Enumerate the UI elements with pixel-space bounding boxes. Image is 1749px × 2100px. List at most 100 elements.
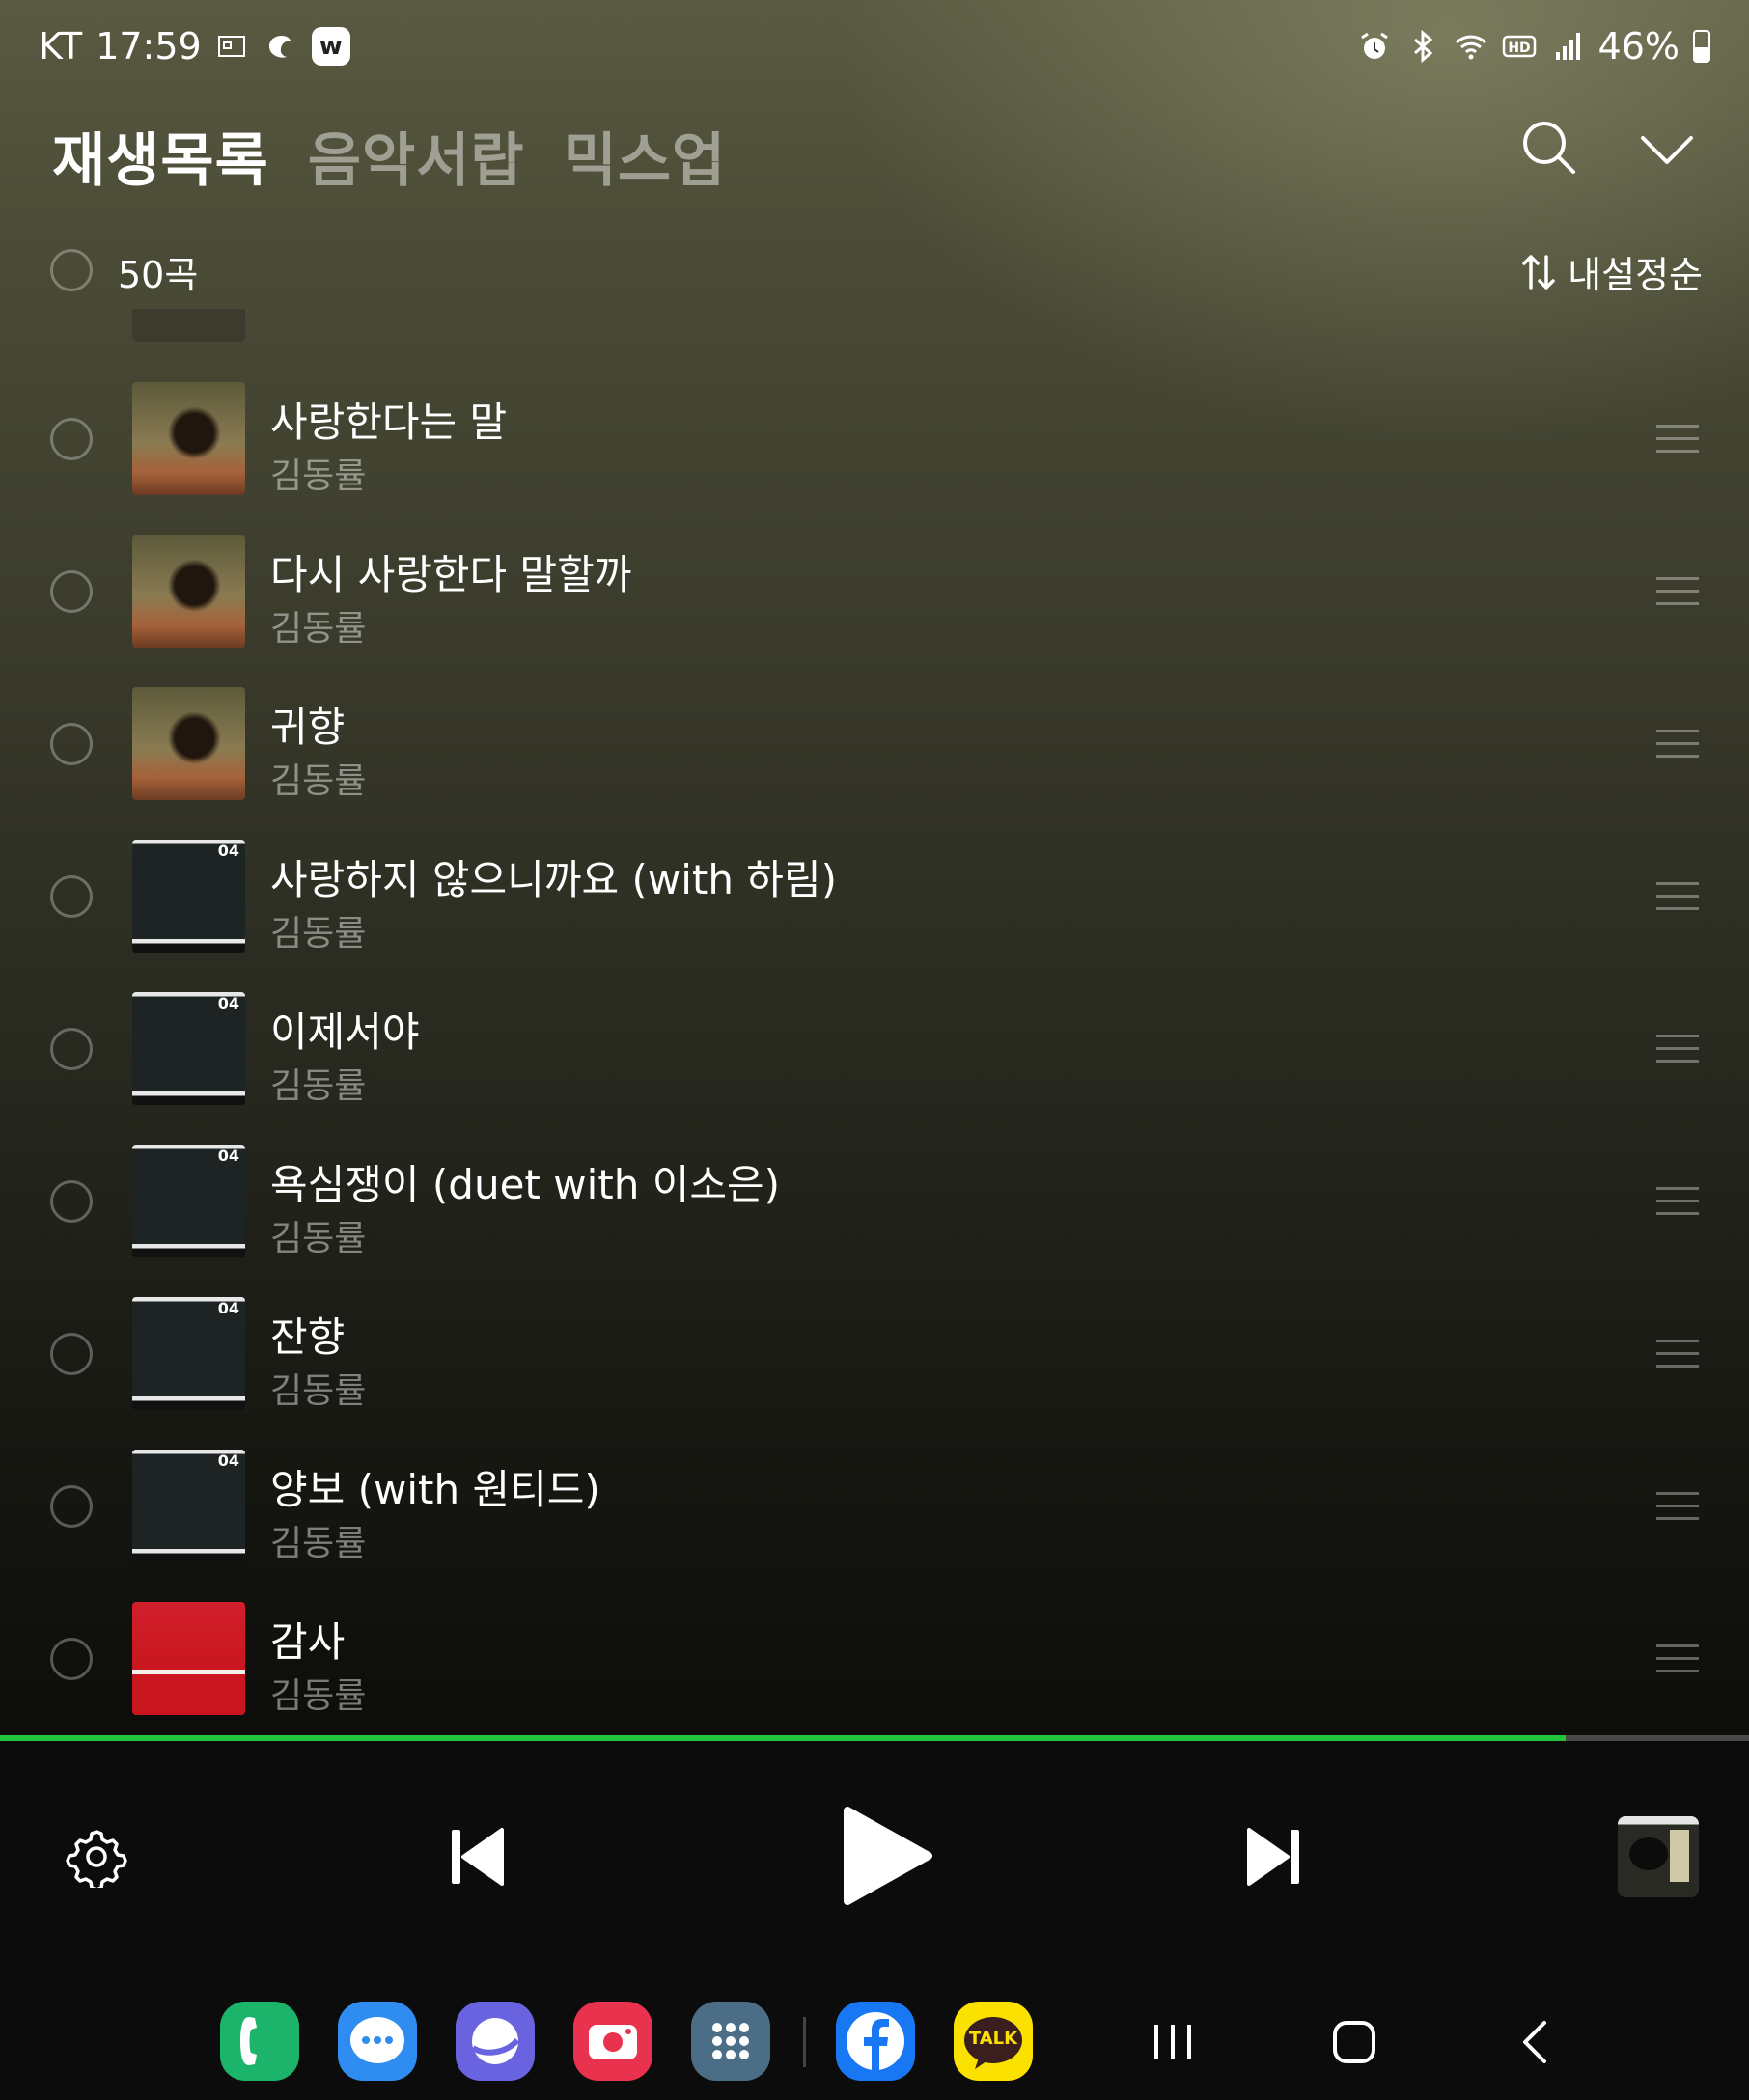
- album-art-label: 04: [217, 1299, 239, 1317]
- track-select-checkbox[interactable]: [50, 418, 93, 460]
- signal-icon: [1555, 33, 1580, 60]
- kakaotalk-label: TALK: [968, 2029, 1018, 2049]
- status-bar: KT 17:59 w HD 46%: [0, 0, 1749, 100]
- list-header: 50곡 내설정순: [50, 241, 1703, 299]
- track-title: 사랑한다는 말: [270, 399, 508, 446]
- tab-1[interactable]: 음악서랍: [308, 114, 525, 198]
- track-row[interactable]: 04 욕심쟁이 (duet with 이소은) 김동률: [0, 1125, 1749, 1278]
- search-icon[interactable]: [1515, 114, 1583, 181]
- track-title: 사랑하지 않으니까요 (with 하림): [270, 856, 837, 903]
- track-artist: 김동률: [270, 1066, 367, 1106]
- track-select-checkbox[interactable]: [50, 1333, 93, 1375]
- track-artist: 김동률: [270, 609, 367, 649]
- track-select-checkbox[interactable]: [50, 1028, 93, 1070]
- track-artist: 김동률: [270, 1676, 367, 1716]
- drag-handle-icon[interactable]: [1656, 1187, 1699, 1216]
- track-row[interactable]: 04 사랑하지 않으니까요 (with 하림) 김동률: [0, 820, 1749, 973]
- home-icon[interactable]: [1330, 2015, 1378, 2069]
- album-art: 04: [132, 1297, 245, 1410]
- track-select-checkbox[interactable]: [50, 1638, 93, 1680]
- drag-handle-icon[interactable]: [1656, 1035, 1699, 1064]
- now-playing-album-art[interactable]: [1618, 1816, 1699, 1897]
- player-bar: [0, 1741, 1749, 1973]
- album-art: 04: [132, 840, 245, 953]
- back-icon[interactable]: [1512, 2015, 1560, 2069]
- track-row[interactable]: 감사김동률: [0, 1583, 1749, 1735]
- album-art-label: 04: [217, 1147, 239, 1165]
- status-right: HD 46%: [1357, 25, 1710, 68]
- track-title: 감사: [270, 1618, 346, 1666]
- track-row[interactable]: 04 이제서야 김동률: [0, 973, 1749, 1125]
- next-track-icon[interactable]: [1243, 1824, 1305, 1890]
- drag-handle-icon[interactable]: [1656, 425, 1699, 454]
- internet-app-icon[interactable]: [456, 2002, 535, 2081]
- camera-app-icon[interactable]: [573, 2002, 652, 2081]
- album-art-label: 04: [217, 1451, 239, 1470]
- drag-handle-icon[interactable]: [1656, 577, 1699, 606]
- chat-bubble-icon: [268, 36, 291, 58]
- drag-handle-icon[interactable]: [1656, 1644, 1699, 1673]
- track-artist: 김동률: [270, 456, 367, 496]
- track-artist: 김동률: [270, 1524, 367, 1563]
- track-select-checkbox[interactable]: [50, 875, 93, 918]
- battery-percent: 46%: [1597, 25, 1680, 68]
- track-row[interactable]: 다시 사랑한다 말할까김동률: [0, 515, 1749, 668]
- track-title: 다시 사랑한다 말할까: [270, 551, 632, 598]
- album-art: 04: [132, 992, 245, 1105]
- bluetooth-icon: [1413, 29, 1432, 64]
- wifi-icon: [1455, 35, 1486, 60]
- w-app-icon: w: [311, 27, 350, 66]
- track-row[interactable]: 04 양보 (with 원티드) 김동률: [0, 1430, 1749, 1583]
- settings-icon[interactable]: [66, 1826, 127, 1888]
- tab-0[interactable]: 재생목록: [52, 114, 269, 198]
- track-artist: 김동률: [270, 1219, 367, 1258]
- album-art: [132, 1602, 245, 1715]
- sort-label: 내설정순: [1568, 254, 1703, 296]
- alarm-icon: [1360, 32, 1388, 59]
- kakaotalk-app-icon[interactable]: TALK: [954, 2002, 1033, 2081]
- track-title: 욕심쟁이 (duet with 이소은): [270, 1161, 780, 1208]
- track-title: 귀향: [270, 704, 346, 751]
- track-count: 50곡: [118, 254, 199, 296]
- drag-handle-icon[interactable]: [1656, 1340, 1699, 1368]
- chevron-down-icon[interactable]: [1633, 114, 1701, 181]
- drag-handle-icon[interactable]: [1656, 1492, 1699, 1521]
- track-row[interactable]: 04 잔향 김동률: [0, 1278, 1749, 1430]
- status-left: KT 17:59 w: [39, 25, 350, 68]
- system-nav-bar: TALK: [0, 1973, 1749, 2100]
- phone-app-icon[interactable]: [220, 2002, 299, 2081]
- drag-handle-icon[interactable]: [1656, 730, 1699, 759]
- clock: 17:59: [96, 25, 202, 68]
- partial-album-art: [132, 309, 245, 342]
- album-art-label: 04: [217, 994, 239, 1012]
- tab-2[interactable]: 믹스업: [564, 114, 727, 198]
- album-art: [132, 687, 245, 800]
- track-select-checkbox[interactable]: [50, 723, 93, 765]
- play-icon[interactable]: [838, 1803, 934, 1909]
- screen-cast-icon: [217, 36, 245, 57]
- apps-app-icon[interactable]: [691, 2002, 770, 2081]
- svg-text:HD: HD: [1508, 41, 1530, 56]
- messages-app-icon[interactable]: [338, 2002, 417, 2081]
- previous-track-icon[interactable]: [446, 1824, 508, 1890]
- battery-icon: [1693, 30, 1710, 63]
- select-all-checkbox[interactable]: [50, 249, 93, 291]
- album-art: [132, 535, 245, 648]
- track-select-checkbox[interactable]: [50, 1485, 93, 1528]
- drag-handle-icon[interactable]: [1656, 882, 1699, 911]
- sort-icon: [1522, 254, 1555, 290]
- track-title: 양보 (with 원티드): [270, 1466, 600, 1513]
- track-artist: 김동률: [270, 914, 367, 953]
- sort-button[interactable]: 내설정순: [1521, 245, 1703, 298]
- track-row[interactable]: 사랑한다는 말김동률: [0, 363, 1749, 515]
- facebook-app-icon[interactable]: [836, 2002, 915, 2081]
- dock-divider: [803, 2017, 806, 2067]
- track-select-checkbox[interactable]: [50, 570, 93, 613]
- track-select-checkbox[interactable]: [50, 1180, 93, 1223]
- album-art: 04: [132, 1145, 245, 1257]
- recent-apps-icon[interactable]: [1149, 2015, 1197, 2069]
- hd-voice-icon: HD: [1502, 35, 1536, 58]
- track-row[interactable]: 귀향김동률: [0, 668, 1749, 820]
- track-artist: 김동률: [270, 761, 367, 801]
- tab-bar: 재생목록 음악서랍 믹스업: [52, 114, 726, 198]
